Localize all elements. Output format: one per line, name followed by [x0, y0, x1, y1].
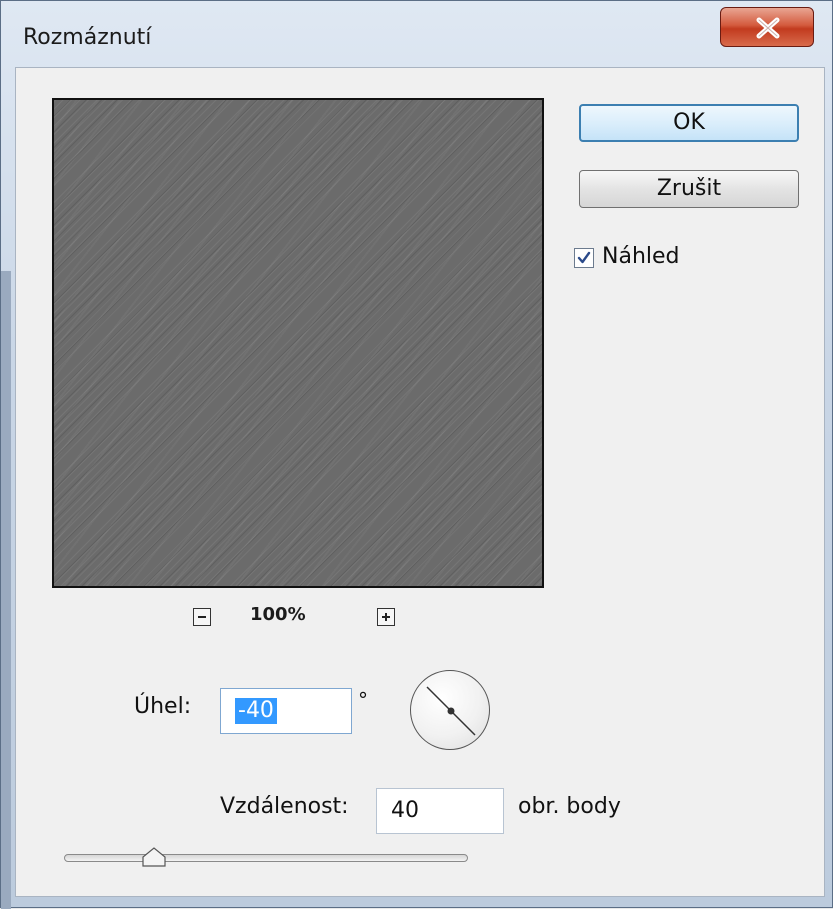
ok-button[interactable]: OK: [579, 104, 799, 142]
degree-symbol: °: [358, 688, 368, 712]
distance-label: Vzdálenost:: [220, 794, 349, 819]
preview-checkbox[interactable]: [574, 248, 594, 268]
angle-label: Úhel:: [134, 694, 192, 719]
close-button[interactable]: [720, 7, 814, 47]
distance-slider[interactable]: [64, 854, 468, 862]
distance-input[interactable]: 40: [376, 788, 504, 834]
dialog-window: Rozmáznutí 100% OK Zrušit Náhled Úhel: -…: [0, 0, 833, 909]
angle-dial[interactable]: [410, 670, 490, 750]
angle-input[interactable]: -40: [220, 688, 352, 734]
slider-thumb[interactable]: [140, 846, 168, 868]
zoom-out-button[interactable]: [193, 608, 211, 626]
window-title: Rozmáznutí: [23, 25, 152, 50]
title-bar[interactable]: Rozmáznutí: [1, 1, 833, 71]
angle-value: -40: [235, 698, 277, 724]
filter-preview[interactable]: [52, 98, 544, 588]
zoom-in-button[interactable]: [377, 608, 395, 626]
dialog-body: 100% OK Zrušit Náhled Úhel: -40 ° Vzdále…: [15, 67, 825, 897]
window-frame: [1, 271, 11, 909]
distance-unit: obr. body: [518, 794, 621, 819]
preview-checkbox-label: Náhled: [602, 244, 680, 269]
zoom-level: 100%: [250, 604, 306, 625]
cancel-button[interactable]: Zrušit: [579, 170, 799, 208]
